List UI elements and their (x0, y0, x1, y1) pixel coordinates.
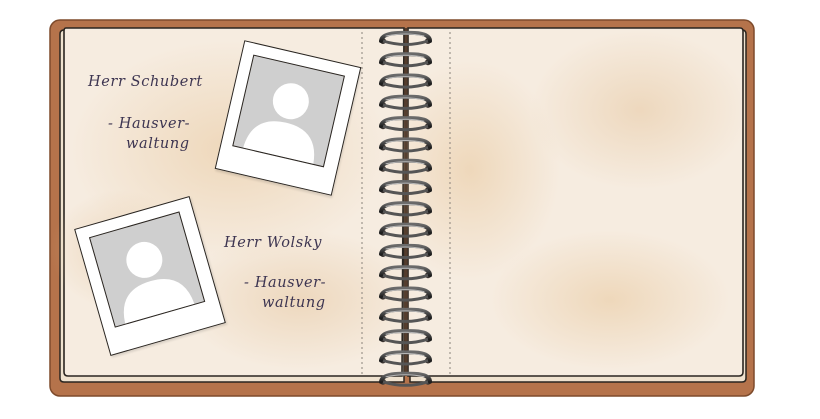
person-placeholder-icon (232, 54, 345, 168)
notebook-illustration (49, 19, 755, 397)
contact-role: - Hausver- (244, 275, 327, 291)
person-placeholder-icon (88, 211, 206, 328)
contact-name: Herr Wolsky (224, 235, 323, 251)
contact-role: waltung (262, 295, 326, 311)
contact-role: - Hausver- (108, 116, 191, 132)
notebook-scene: Herr Schubert - Hausver- waltung Herr Wo… (0, 0, 820, 419)
contact-role: waltung (126, 136, 190, 152)
contact-name: Herr Schubert (88, 74, 203, 90)
